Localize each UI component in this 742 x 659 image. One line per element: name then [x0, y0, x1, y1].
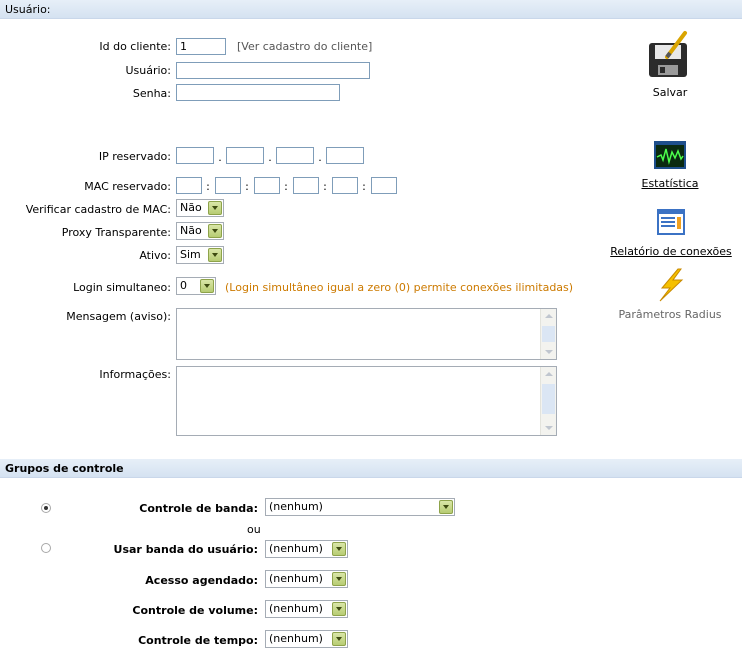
- proxy-select[interactable]: Não: [176, 222, 224, 240]
- password-input[interactable]: [176, 84, 340, 101]
- radius-params-link[interactable]: Parâmetros Radius: [610, 308, 730, 321]
- user-band-select[interactable]: (nenhum): [265, 540, 348, 558]
- active-label: Ativo:: [139, 249, 171, 262]
- password-label: Senha:: [132, 87, 171, 100]
- info-textarea[interactable]: [176, 366, 557, 436]
- floppy-disk-icon[interactable]: [647, 29, 691, 79]
- time-label: Controle de tempo:: [138, 634, 258, 647]
- scheduled-select[interactable]: (nenhum): [265, 570, 348, 588]
- mac-part-1-input[interactable]: [176, 177, 202, 194]
- ip-octet-1-input[interactable]: [176, 147, 214, 164]
- mac-part-6-input[interactable]: [371, 177, 397, 194]
- message-label: Mensagem (aviso):: [66, 310, 171, 323]
- section-title-user: Usuário:: [5, 3, 51, 16]
- ip-label: IP reservado:: [98, 150, 171, 163]
- mac-part-5-input[interactable]: [332, 177, 358, 194]
- bandwidth-value: (nenhum): [269, 500, 323, 513]
- volume-label: Controle de volume:: [132, 604, 258, 617]
- scroll-up-icon: [545, 372, 553, 376]
- section-title-groups: Grupos de controle: [5, 462, 124, 475]
- proxy-label: Proxy Transparente:: [61, 226, 171, 239]
- message-scrollbar[interactable]: [540, 309, 556, 359]
- mac-part-3-input[interactable]: [254, 177, 280, 194]
- login-sim-label: Login simultaneo:: [73, 281, 171, 294]
- scroll-down-icon: [545, 426, 553, 430]
- ip-separator: .: [318, 151, 322, 164]
- verify-mac-select[interactable]: Não: [176, 199, 224, 217]
- time-value: (nenhum): [269, 632, 323, 645]
- scroll-up-icon: [545, 314, 553, 318]
- scroll-down-icon: [545, 350, 553, 354]
- ip-separator: .: [268, 151, 272, 164]
- chevron-down-icon: [439, 500, 453, 514]
- client-id-input[interactable]: [176, 38, 226, 55]
- chevron-down-icon: [332, 632, 346, 646]
- user-band-radio[interactable]: [41, 543, 51, 553]
- info-label: Informações:: [99, 368, 171, 381]
- login-sim-select[interactable]: 0: [176, 277, 216, 295]
- statistics-link[interactable]: Estatística: [630, 177, 710, 190]
- bandwidth-select[interactable]: (nenhum): [265, 498, 455, 516]
- scheduled-label: Acesso agendado:: [145, 574, 258, 587]
- save-button[interactable]: Salvar: [640, 86, 700, 99]
- chevron-down-icon: [200, 279, 214, 293]
- report-window-icon[interactable]: [657, 209, 685, 235]
- or-separator: ou: [247, 523, 261, 536]
- login-sim-hint: (Login simultâneo igual a zero (0) permi…: [225, 281, 574, 294]
- chevron-down-icon: [332, 572, 346, 586]
- chevron-down-icon: [208, 201, 222, 215]
- client-id-label: Id do cliente:: [99, 40, 171, 53]
- login-sim-value: 0: [180, 279, 187, 292]
- mac-label: MAC reservado:: [84, 180, 171, 193]
- chevron-down-icon: [332, 542, 346, 556]
- mac-part-2-input[interactable]: [215, 177, 241, 194]
- message-textarea[interactable]: [176, 308, 557, 360]
- proxy-value: Não: [180, 224, 202, 237]
- section-header-groups: Grupos de controle: [0, 459, 742, 478]
- volume-value: (nenhum): [269, 602, 323, 615]
- active-select[interactable]: Sim: [176, 246, 224, 264]
- chevron-down-icon: [332, 602, 346, 616]
- lightning-icon[interactable]: [654, 268, 688, 302]
- active-value: Sim: [180, 248, 201, 261]
- user-band-label: Usar banda do usuário:: [113, 543, 258, 556]
- mac-separator: :: [323, 180, 327, 193]
- ip-octet-4-input[interactable]: [326, 147, 364, 164]
- monitor-graph-icon[interactable]: [654, 141, 686, 169]
- chevron-down-icon: [208, 224, 222, 238]
- ip-octet-3-input[interactable]: [276, 147, 314, 164]
- user-label: Usuário:: [125, 64, 171, 77]
- mac-separator: :: [245, 180, 249, 193]
- chevron-down-icon: [208, 248, 222, 262]
- scheduled-value: (nenhum): [269, 572, 323, 585]
- verify-mac-label: Verificar cadastro de MAC:: [25, 203, 171, 216]
- scroll-thumb[interactable]: [542, 384, 555, 414]
- mac-part-4-input[interactable]: [293, 177, 319, 194]
- scroll-thumb[interactable]: [542, 326, 555, 342]
- ip-separator: .: [218, 151, 222, 164]
- connections-report-link[interactable]: Relatório de conexões: [604, 245, 738, 258]
- mac-separator: :: [284, 180, 288, 193]
- bandwidth-label: Controle de banda:: [139, 502, 258, 515]
- ip-octet-2-input[interactable]: [226, 147, 264, 164]
- verify-mac-value: Não: [180, 201, 202, 214]
- info-scrollbar[interactable]: [540, 367, 556, 435]
- user-input[interactable]: [176, 62, 370, 79]
- section-header-user: Usuário:: [0, 0, 742, 19]
- user-band-value: (nenhum): [269, 542, 323, 555]
- mac-separator: :: [206, 180, 210, 193]
- volume-select[interactable]: (nenhum): [265, 600, 348, 618]
- time-select[interactable]: (nenhum): [265, 630, 348, 648]
- mac-separator: :: [362, 180, 366, 193]
- view-client-link[interactable]: [Ver cadastro do cliente]: [237, 40, 372, 53]
- bandwidth-radio[interactable]: [41, 503, 51, 513]
